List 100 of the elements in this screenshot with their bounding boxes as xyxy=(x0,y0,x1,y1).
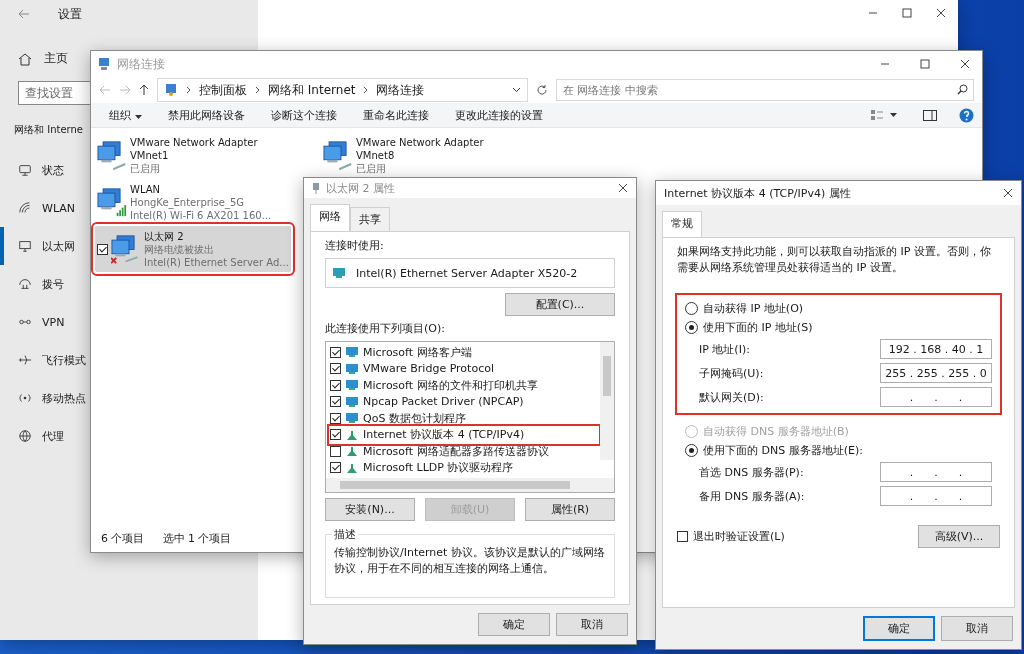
toolbar-button[interactable]: 诊断这个连接 xyxy=(260,104,347,126)
monitor-icon xyxy=(345,362,359,375)
configure-button[interactable]: 配置(C)... xyxy=(505,293,615,316)
cancel-button[interactable]: 取消 xyxy=(941,616,1013,641)
component-item[interactable]: QoS 数据包计划程序 xyxy=(330,410,598,427)
section-heading: 网络和 Interne xyxy=(13,123,83,137)
horizontal-scrollbar[interactable] xyxy=(326,478,614,492)
toolbar-button[interactable]: 禁用此网络设备 xyxy=(157,104,255,126)
tab[interactable]: 网络 xyxy=(310,204,350,231)
component-item[interactable]: Microsoft 网络客户端 xyxy=(330,344,598,361)
radio-button[interactable] xyxy=(685,444,698,457)
checkbox[interactable] xyxy=(330,346,341,358)
close-icon[interactable] xyxy=(1003,188,1013,198)
protocol-icon xyxy=(345,428,359,441)
field-label: 首选 DNS 服务器(P): xyxy=(699,464,804,480)
close-icon[interactable] xyxy=(618,183,628,193)
checkbox[interactable] xyxy=(677,531,688,542)
component-item[interactable]: Internet 协议版本 4 (TCP/IPv4) xyxy=(330,426,598,443)
checkbox[interactable] xyxy=(330,396,341,408)
radio-label: 使用下面的 DNS 服务器地址(E): xyxy=(703,443,863,458)
toolbar-menu-button[interactable]: 组织 xyxy=(99,104,152,126)
ip-address-field[interactable]: 192 . 168 . 40 . 1 xyxy=(880,339,992,359)
preview-pane-icon[interactable] xyxy=(923,109,937,121)
toolbar-button[interactable]: 更改此连接的设置 xyxy=(444,104,553,126)
nav-item[interactable]: 代理 xyxy=(0,417,86,455)
tab[interactable]: 共享 xyxy=(350,207,390,231)
caret-icon xyxy=(134,114,142,119)
home-icon xyxy=(18,51,32,66)
checkbox[interactable] xyxy=(330,363,341,375)
control-panel-icon xyxy=(164,83,178,97)
network-folder-icon xyxy=(97,57,111,71)
field-label: 备用 DNS 服务器(A): xyxy=(699,488,805,504)
description-text: 传输控制协议/Internet 协议。该协议是默认的广域网络协议，用于在不同的相互连接的网络上通信。 xyxy=(334,545,606,577)
chevron-icon xyxy=(363,86,369,94)
nav-item[interactable]: VPN xyxy=(0,303,86,341)
checkbox[interactable] xyxy=(330,462,341,474)
back-arrow-icon[interactable] xyxy=(18,9,30,19)
component-item[interactable]: Microsoft 网络适配器多路传送器协议 xyxy=(330,443,598,460)
action-button[interactable]: 属性(R) xyxy=(525,498,615,521)
network-adapter-item[interactable]: VMware Network Adapter VMnet1 已启用 xyxy=(95,132,277,178)
adapter-status: HongKe_Enterprise_5G xyxy=(130,195,246,209)
breadcrumb-item[interactable]: 控制面板 xyxy=(199,81,247,99)
help-icon[interactable] xyxy=(959,107,974,123)
nav-item[interactable]: 以太网 xyxy=(0,227,86,265)
tab[interactable]: 常规 xyxy=(662,211,702,237)
refresh-icon[interactable] xyxy=(536,84,548,96)
up-arrow-icon[interactable] xyxy=(139,84,149,96)
radio-button[interactable] xyxy=(685,302,698,315)
action-button[interactable]: 安装(N)... xyxy=(325,498,415,521)
adapter-name: VMware Network Adapter VMnet8 xyxy=(356,135,485,162)
window-title: 设置 xyxy=(58,5,82,23)
ok-button[interactable]: 确定 xyxy=(863,616,935,641)
network-adapter-item[interactable]: VMware Network Adapter VMnet8 已启用 xyxy=(321,132,503,178)
advanced-button[interactable]: 高级(V)... xyxy=(918,525,1000,548)
nav-item[interactable]: 状态 xyxy=(0,151,86,189)
home-link[interactable]: 主页 xyxy=(44,50,68,67)
breadcrumb-item[interactable]: 网络连接 xyxy=(376,81,425,99)
address-bar[interactable]: 控制面板 网络和 Internet 网络连接 xyxy=(157,78,528,102)
checkbox[interactable] xyxy=(330,445,341,457)
breadcrumb-item[interactable]: 网络和 Internet xyxy=(268,81,356,99)
search-field[interactable]: 查找设置 xyxy=(18,81,90,105)
nav-item[interactable]: 拨号 xyxy=(0,265,86,303)
ip-address-field[interactable]: . . . xyxy=(880,462,992,482)
checkbox[interactable] xyxy=(330,379,341,391)
maximize-icon[interactable] xyxy=(920,59,930,69)
status-text: 选中 1 个项目 xyxy=(162,531,232,546)
nav-item[interactable]: WLAN xyxy=(0,189,86,227)
adapter-status: 已启用 xyxy=(130,161,161,175)
vertical-scrollbar[interactable] xyxy=(600,342,614,460)
radio-button[interactable] xyxy=(685,321,698,334)
window-title: 网络连接 xyxy=(117,55,165,73)
search-icon xyxy=(957,84,968,95)
maximize-icon[interactable] xyxy=(902,8,912,18)
component-item[interactable]: Microsoft 网络的文件和打印机共享 xyxy=(330,377,598,394)
component-item[interactable]: Microsoft LLDP 协议驱动程序 xyxy=(330,459,598,476)
component-item[interactable]: Npcap Packet Driver (NPCAP) xyxy=(330,393,598,410)
dropdown-caret-icon[interactable] xyxy=(890,113,897,117)
ip-address-field[interactable]: . . . xyxy=(880,387,992,407)
toolbar-button[interactable]: 重命名此连接 xyxy=(352,104,439,126)
dropdown-caret-icon[interactable] xyxy=(512,87,521,93)
network-adapter-item[interactable]: WLAN HongKe_Enterprise_5G Intel(R) Wi-Fi 6 AX201 160... xyxy=(95,179,277,225)
checkbox-label: 退出时验证设置(L) xyxy=(693,529,785,544)
checkbox[interactable] xyxy=(97,243,108,255)
ip-address-field[interactable]: 255 . 255 . 255 . 0 xyxy=(880,363,992,383)
checkbox[interactable] xyxy=(330,429,341,441)
component-item[interactable]: VMware Bridge Protocol xyxy=(330,360,598,377)
ip-address-field[interactable]: . . . xyxy=(880,486,992,506)
close-icon[interactable] xyxy=(960,59,970,69)
field-label: 连接时使用: xyxy=(325,238,385,253)
network-adapter-icon xyxy=(97,187,127,217)
cancel-button[interactable]: 取消 xyxy=(556,613,628,636)
protocol-icon xyxy=(345,461,359,474)
view-options-icon[interactable] xyxy=(870,109,884,121)
dialog-title: 以太网 2 属性 xyxy=(326,180,395,196)
nav-item[interactable]: 移动热点 xyxy=(0,379,86,417)
ok-button[interactable]: 确定 xyxy=(478,613,550,636)
checkbox[interactable] xyxy=(330,412,341,424)
close-icon[interactable] xyxy=(936,8,946,18)
adapter-status: 已启用 xyxy=(356,161,387,175)
nav-item[interactable]: 飞行模式 xyxy=(0,341,86,379)
